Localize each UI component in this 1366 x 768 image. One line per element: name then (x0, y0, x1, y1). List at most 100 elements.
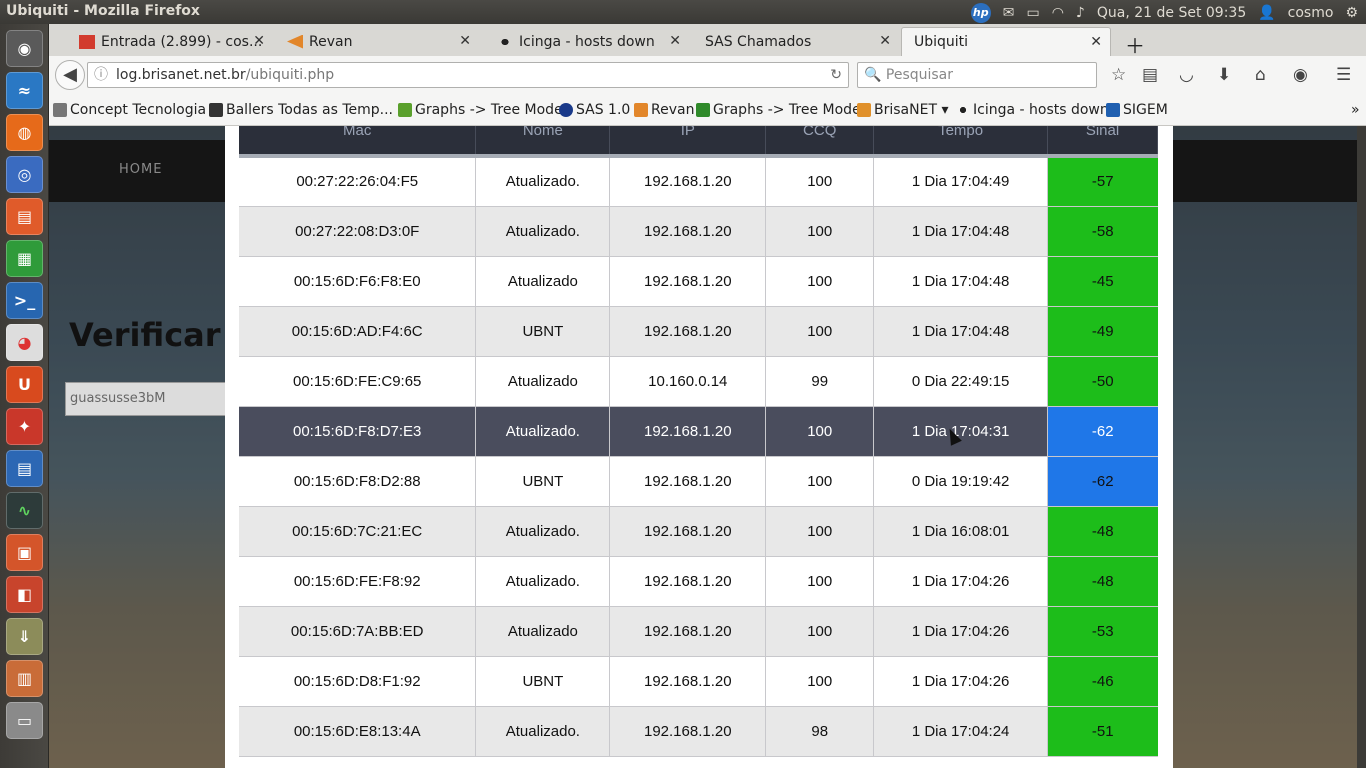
bookmark-icinga[interactable]: Icinga - hosts down (956, 102, 1109, 118)
download-icon[interactable]: ⇓ (6, 618, 43, 655)
table-row[interactable]: 00:15:6D:E8:13:4A Atualizado. 192.168.1.20… (239, 706, 1158, 757)
table-row[interactable]: 00:15:6D:F8:D2:88 UBNT 192.168.1.20 100 0 Di… (239, 456, 1158, 507)
tab-revan[interactable]: Revan ✕ (275, 27, 479, 56)
writer-icon[interactable]: ▤ (6, 450, 43, 487)
cell-nome: Atualizado (475, 256, 611, 307)
cell-ip: 192.168.1.20 (609, 656, 767, 707)
info-icon[interactable]: ⓘ (94, 63, 108, 87)
cell-tempo: 1 Dia 17:04:48 (873, 306, 1049, 357)
reload-icon[interactable]: ↻ (830, 63, 842, 87)
dash-icon[interactable]: ◉ (6, 30, 43, 67)
cell-sinal: -49 (1047, 306, 1158, 357)
network-app-icon[interactable]: ≈ (6, 72, 43, 109)
cell-sinal: -46 (1047, 656, 1158, 707)
table-row[interactable]: 00:15:6D:7A:BB:ED Atualizado 192.168.1.20 1… (239, 606, 1158, 657)
cell-ccq: 100 (765, 556, 875, 607)
cell-mac: 00:15:6D:E8:13:4A (239, 706, 477, 757)
impress-icon[interactable]: ▣ (6, 534, 43, 571)
files-icon[interactable]: ▤ (6, 198, 43, 235)
back-button[interactable]: ◀ (55, 60, 85, 90)
cell-ccq: 100 (765, 456, 875, 507)
wifi-icon[interactable]: ◠ (1052, 5, 1064, 21)
bookmark-concept[interactable]: Concept Tecnologia (53, 102, 206, 118)
col-mac[interactable]: Mac (239, 126, 477, 158)
gear-icon[interactable]: ⚙ (1345, 5, 1358, 21)
cell-mac: 00:27:22:08:D3:0F (239, 206, 477, 257)
bookmark-sas[interactable]: SAS 1.0 (559, 102, 630, 118)
bookmark-star-icon[interactable]: ☆ (1111, 65, 1126, 85)
bookmark-brisanet[interactable]: BrisaNET ▾ (857, 102, 948, 118)
col-ip[interactable]: IP (609, 126, 767, 158)
table-row[interactable]: 00:15:6D:FE:F8:92 Atualizado. 192.168.1.20… (239, 556, 1158, 607)
bookmark-label: Graphs -> Tree Mode (415, 102, 563, 118)
hp-icon[interactable]: hp (970, 3, 991, 23)
tab-gmail[interactable]: Entrada (2.899) - cos... ✕ (67, 27, 273, 56)
workspace-icon[interactable]: ▥ (6, 660, 43, 697)
table-row[interactable]: 00:15:6D:D8:F1:92 UBNT 192.168.1.20 100 1 Di… (239, 656, 1158, 707)
chat-icon[interactable]: ◉ (1293, 65, 1308, 85)
cell-sinal: -45 (1047, 256, 1158, 307)
menu-icon[interactable]: ☰ (1336, 65, 1351, 85)
settings-icon[interactable]: ✦ (6, 408, 43, 445)
close-icon[interactable]: ✕ (459, 33, 471, 49)
earth-icon[interactable]: ◎ (6, 156, 43, 193)
bookmark-label: Icinga - hosts down (973, 102, 1109, 118)
table-row[interactable]: 00:27:22:26:04:F5 Atualizado. 192.168.1.20… (239, 156, 1158, 207)
trash-icon[interactable]: ▭ (6, 702, 43, 739)
cell-nome: Atualizado. (475, 706, 611, 757)
battery-icon[interactable]: ▭ (1026, 5, 1039, 21)
cell-ip: 192.168.1.20 (609, 456, 767, 507)
close-icon[interactable]: ✕ (879, 33, 891, 49)
firefox-icon[interactable]: ◍ (6, 114, 43, 151)
folder-icon (857, 103, 871, 117)
table-row[interactable]: 00:15:6D:FE:C9:65 Atualizado 10.160.0.14 99… (239, 356, 1158, 407)
system-monitor-icon[interactable]: ∿ (6, 492, 43, 529)
tab-ubiquiti[interactable]: Ubiquiti ✕ (901, 27, 1111, 56)
cell-ip: 192.168.1.20 (609, 156, 767, 207)
table-row[interactable]: 00:15:6D:7C:21:EC Atualizado. 192.168.1.20… (239, 506, 1158, 557)
cell-ip: 192.168.1.20 (609, 556, 767, 607)
chrome-icon[interactable]: ◕ (6, 324, 43, 361)
home-icon[interactable]: ⌂ (1255, 65, 1266, 85)
reading-list-icon[interactable]: ▤ (1142, 65, 1158, 85)
archive-icon[interactable]: ◧ (6, 576, 43, 613)
col-ccq[interactable]: CCQ (765, 126, 875, 158)
user-name[interactable]: cosmo (1288, 5, 1334, 21)
table-row[interactable]: 00:27:22:08:D3:0F Atualizado. 192.168.1.20… (239, 206, 1158, 257)
close-icon[interactable]: ✕ (253, 33, 265, 49)
close-icon[interactable]: ✕ (1090, 34, 1102, 50)
col-tempo[interactable]: Tempo (873, 126, 1049, 158)
table-row[interactable]: 00:15:6D:F6:F8:E0 Atualizado 192.168.1.20 1… (239, 256, 1158, 307)
mail-icon[interactable]: ✉ (1003, 5, 1015, 21)
cell-nome: Atualizado. (475, 556, 611, 607)
pocket-icon[interactable]: ◡ (1179, 65, 1194, 85)
search-input[interactable]: 🔍 Pesquisar (857, 62, 1097, 88)
tab-sas-chamados[interactable]: SAS Chamados ✕ (693, 27, 899, 56)
new-tab-icon[interactable]: ＋ (1125, 30, 1145, 59)
tab-icinga[interactable]: Icinga - hosts down ✕ (485, 27, 689, 56)
table-row[interactable]: 00:15:6D:AD:F4:6C UBNT 192.168.1.20 100 1 Di… (239, 306, 1158, 357)
more-bookmarks-icon[interactable]: » (1351, 102, 1360, 118)
bookmark-revan[interactable]: Revan (634, 102, 694, 118)
terminal-icon[interactable]: >_ (6, 282, 43, 319)
bookmark-graphs-2[interactable]: Graphs -> Tree Mode (696, 102, 861, 118)
spreadsheet-icon[interactable]: ▦ (6, 240, 43, 277)
clock[interactable]: Qua, 21 de Set 09:35 (1097, 5, 1246, 21)
table-row[interactable]: 00:15:6D:F8:D7:E3 Atualizado. 192.168.1.20… (239, 406, 1158, 457)
device-input[interactable]: guassusse3bM (65, 382, 235, 416)
volume-icon[interactable]: ♪ (1076, 5, 1085, 21)
bookmark-graphs-1[interactable]: Graphs -> Tree Mode (398, 102, 563, 118)
col-sinal[interactable]: Sinal (1047, 126, 1158, 158)
col-nome[interactable]: Nome (475, 126, 611, 158)
bookmark-sigem[interactable]: SIGEM (1106, 102, 1168, 118)
cell-tempo: 1 Dia 17:04:26 (873, 606, 1049, 657)
close-icon[interactable]: ✕ (669, 33, 681, 49)
nav-home-link[interactable]: HOME (119, 162, 162, 177)
software-center-icon[interactable]: U (6, 366, 43, 403)
cell-ip: 192.168.1.20 (609, 606, 767, 657)
cell-ip: 192.168.1.20 (609, 256, 767, 307)
url-bar[interactable]: ⓘ log.brisanet.net.br/ubiquiti.php ↻ (87, 62, 849, 88)
bookmark-ballers[interactable]: Ballers Todas as Temp... (209, 102, 393, 118)
downloads-icon[interactable]: ⬇ (1217, 65, 1231, 85)
bookmark-label: SIGEM (1123, 102, 1168, 118)
